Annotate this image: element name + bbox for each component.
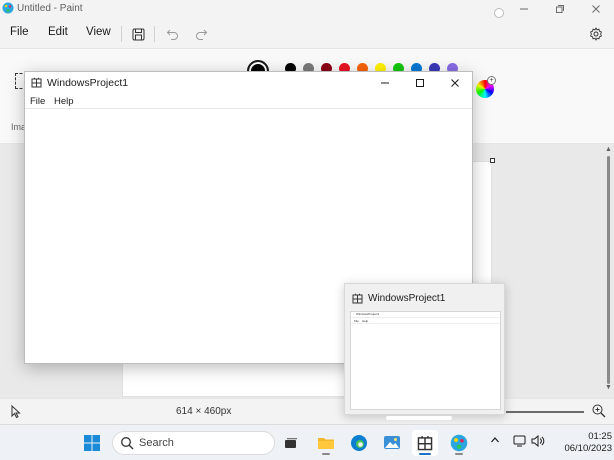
restore-icon <box>556 5 564 13</box>
network-icon <box>513 435 526 447</box>
app-window-icon <box>352 293 363 304</box>
chevron-up-icon <box>491 437 499 443</box>
paint-app-icon <box>450 434 468 452</box>
task-view-icon <box>285 438 297 448</box>
toolbar-separator <box>154 26 155 42</box>
volume-icon <box>531 434 545 448</box>
folder-icon <box>318 438 334 449</box>
taskbar-windowsproject1[interactable] <box>412 430 438 456</box>
photos-icon <box>384 436 400 449</box>
taskbar-photos[interactable] <box>379 430 405 456</box>
child-title-bar[interactable]: WindowsProject1 <box>25 72 472 94</box>
zoom-in-icon[interactable] <box>591 403 607 419</box>
running-indicator <box>455 453 463 455</box>
close-icon <box>592 5 600 13</box>
child-window-title: WindowsProject1 <box>47 77 129 89</box>
volume-tray[interactable] <box>531 434 545 450</box>
child-close-button[interactable] <box>437 72 473 94</box>
redo-icon <box>195 29 207 40</box>
save-button[interactable] <box>128 24 148 44</box>
redo-button[interactable] <box>191 24 211 44</box>
thumbnail-menu-file: File <box>354 319 359 323</box>
settings-button[interactable] <box>586 24 606 44</box>
running-indicator <box>322 453 330 455</box>
edge-browser-icon <box>351 435 367 451</box>
vertical-scrollbar[interactable]: ▲ ▼ <box>604 144 614 396</box>
paint-menu-bar: File Edit View <box>0 18 614 48</box>
paint-title-bar: Untitled - Paint <box>0 0 614 18</box>
preview-thumbnail[interactable]: WindowsProject1 File Help <box>350 311 501 410</box>
add-color-icon: + <box>487 76 496 85</box>
close-icon <box>451 79 459 87</box>
clock-date: 06/10/2023 <box>564 443 612 454</box>
menu-view[interactable]: View <box>86 26 111 38</box>
maximize-icon <box>416 79 424 87</box>
minimize-icon <box>520 8 528 10</box>
app-window-icon <box>417 436 433 451</box>
child-menu-bar: File Help <box>25 94 472 109</box>
paint-window-title: Untitled - Paint <box>17 3 83 14</box>
canvas-resize-handle[interactable] <box>490 158 495 163</box>
restore-button[interactable] <box>542 0 578 18</box>
child-minimize-button[interactable] <box>367 72 403 94</box>
active-indicator <box>419 453 431 455</box>
scrollbar-thumb[interactable] <box>607 156 610 384</box>
undo-button[interactable] <box>162 24 182 44</box>
thumbnail-title: WindowsProject1 <box>356 312 380 316</box>
thumbnail-menu-help: Help <box>362 319 369 323</box>
taskbar-preview[interactable]: WindowsProject1 WindowsProject1 File Hel… <box>344 283 505 415</box>
canvas-size-label: 614 × 460px <box>176 406 232 417</box>
clock-time: 01:25 <box>588 431 612 442</box>
taskbar-search[interactable]: Search <box>112 431 275 455</box>
close-button[interactable] <box>578 0 614 18</box>
network-tray[interactable] <box>513 435 526 450</box>
search-icon <box>121 437 134 450</box>
system-clock[interactable]: 01:25 06/10/2023 <box>552 431 612 455</box>
search-label: Search <box>139 437 174 449</box>
show-hidden-icons[interactable] <box>490 435 500 448</box>
windows-logo-icon <box>84 435 100 451</box>
thumbnail-title-bar: WindowsProject1 <box>351 312 500 318</box>
menu-file[interactable]: File <box>10 26 29 38</box>
preview-highlight <box>386 416 452 420</box>
child-maximize-button[interactable] <box>402 72 438 94</box>
zoom-slider-thumb[interactable] <box>494 8 504 18</box>
taskbar-file-explorer[interactable] <box>313 430 339 456</box>
pointer-icon <box>11 405 21 419</box>
taskbar-paint[interactable] <box>446 430 472 456</box>
gear-icon <box>590 27 602 41</box>
start-button[interactable] <box>79 430 105 456</box>
minimize-icon <box>381 82 389 84</box>
child-menu-file[interactable]: File <box>30 96 45 107</box>
undo-icon <box>166 29 178 40</box>
save-icon <box>132 28 144 40</box>
app-window-icon <box>31 77 42 88</box>
minimize-button[interactable] <box>506 0 542 18</box>
windows-taskbar: Search 01:25 06/10/2023 <box>0 424 614 460</box>
preview-title: WindowsProject1 <box>368 293 446 304</box>
zoom-slider[interactable] <box>506 411 584 413</box>
paint-status-bar: 614 × 460px <box>0 398 614 424</box>
paint-app-icon <box>2 2 14 14</box>
taskbar-task-view[interactable] <box>278 430 304 456</box>
thumbnail-menu-bar: File Help <box>351 319 500 324</box>
menu-edit[interactable]: Edit <box>48 26 68 38</box>
toolbar-separator <box>121 26 122 42</box>
scroll-up-icon[interactable]: ▲ <box>605 146 612 153</box>
scroll-down-icon[interactable]: ▼ <box>605 384 612 391</box>
taskbar-edge[interactable] <box>346 430 372 456</box>
child-menu-help[interactable]: Help <box>54 96 74 107</box>
